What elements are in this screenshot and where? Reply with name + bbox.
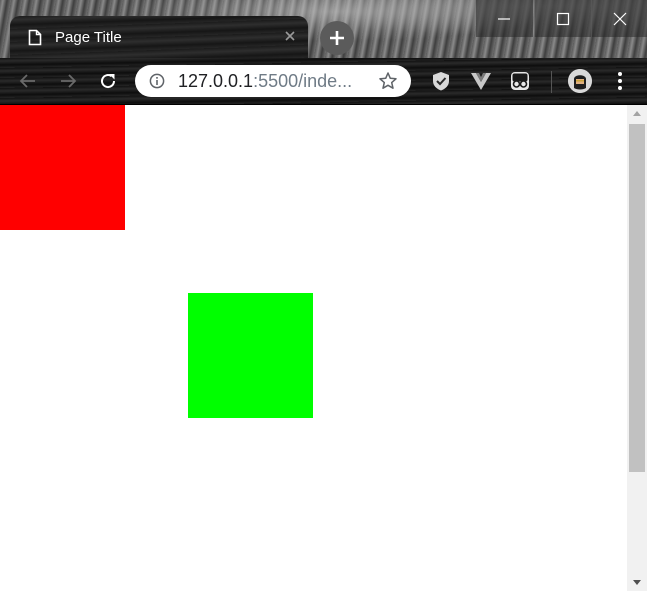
shield-check-icon[interactable] (430, 70, 452, 92)
spy-extension-icon[interactable] (509, 70, 531, 92)
green-square (188, 293, 313, 418)
page-viewport (0, 105, 627, 591)
toolbar-divider (551, 71, 552, 93)
scroll-down-arrow-icon[interactable] (627, 574, 647, 591)
document-icon (28, 29, 42, 46)
new-tab-button[interactable] (320, 21, 354, 55)
address-bar[interactable]: 127.0.0.1:5500/inde... (135, 65, 411, 97)
info-icon[interactable] (149, 73, 165, 89)
profile-avatar[interactable] (568, 69, 592, 93)
url-text[interactable]: 127.0.0.1:5500/inde... (178, 71, 352, 92)
forward-arrow-icon[interactable] (58, 71, 78, 91)
tab-title: Page Title (55, 29, 122, 46)
maximize-button[interactable] (534, 0, 592, 37)
close-icon[interactable] (282, 28, 298, 44)
close-icon (613, 12, 627, 26)
browser-toolbar: 127.0.0.1:5500/inde... (0, 58, 647, 105)
tab-page-title[interactable]: Page Title (10, 16, 308, 58)
red-square (0, 105, 125, 230)
title-bar: Page Title (0, 0, 647, 58)
url-path: :5500/inde... (253, 71, 353, 91)
back-arrow-icon[interactable] (18, 71, 38, 91)
scroll-up-arrow-icon[interactable] (627, 105, 647, 122)
url-host: 127.0.0.1 (178, 71, 254, 91)
close-window-button[interactable] (591, 0, 647, 37)
reload-icon[interactable] (98, 71, 118, 91)
vue-devtools-icon[interactable] (470, 70, 492, 92)
minimize-icon (498, 18, 510, 20)
vertical-scrollbar[interactable] (627, 105, 647, 591)
scrollbar-thumb[interactable] (629, 124, 645, 472)
minimize-button[interactable] (476, 0, 533, 37)
kebab-menu-icon[interactable] (610, 70, 630, 92)
bookmark-star-icon[interactable] (378, 71, 398, 91)
avatar-icon (568, 69, 592, 93)
maximize-icon (556, 12, 570, 26)
plus-icon (330, 31, 344, 45)
